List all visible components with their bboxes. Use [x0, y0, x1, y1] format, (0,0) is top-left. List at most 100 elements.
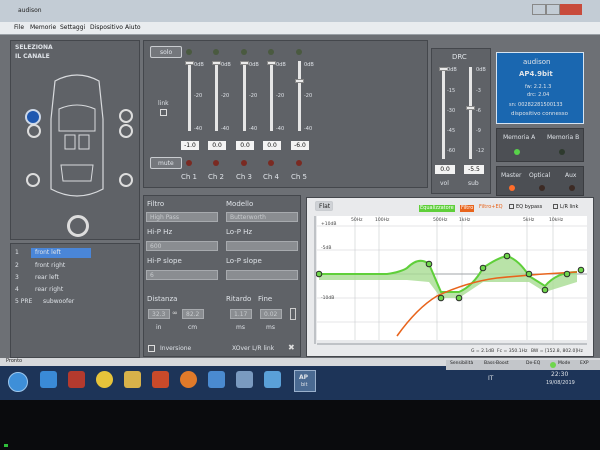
eq-tag-filtro-eq[interactable]: Filtro+EQ — [479, 205, 503, 210]
fader-track[interactable] — [243, 61, 246, 131]
lop-slope-select[interactable] — [226, 270, 298, 280]
mute-indicator[interactable] — [186, 160, 192, 166]
memory-a-label[interactable]: Memoria A — [503, 135, 535, 141]
solo-indicator[interactable] — [296, 49, 302, 55]
mute-indicator[interactable] — [241, 160, 247, 166]
hip-slope-select[interactable]: 6 — [146, 270, 218, 280]
menu-settaggi[interactable]: Settaggi — [60, 25, 85, 31]
language-indicator[interactable]: IT — [488, 376, 493, 382]
source-master[interactable]: Master — [501, 173, 522, 179]
exp-label[interactable]: EXP — [580, 361, 589, 367]
fader-track[interactable] — [215, 61, 218, 131]
fine-field[interactable]: 0.02 — [260, 309, 282, 319]
folder-icon[interactable] — [124, 371, 141, 388]
mute-indicator[interactable] — [213, 160, 219, 166]
eq-tag-equalizzatore[interactable]: Equalizzatore — [419, 205, 455, 212]
level-value[interactable]: 0.0 — [236, 141, 254, 150]
level-value[interactable]: 0.0 — [263, 141, 281, 150]
distance-in-field[interactable]: 32.3 — [148, 309, 170, 319]
ie-icon[interactable] — [40, 371, 57, 388]
eq-tag-filtro[interactable]: Filtro — [460, 205, 475, 212]
channel-row-1[interactable]: 1 front left — [15, 248, 137, 258]
filtro-select[interactable]: High Pass — [146, 212, 218, 222]
de-eq-button[interactable]: De-EQ — [526, 361, 540, 367]
speaker-front-left-icon[interactable] — [25, 109, 41, 125]
clock-time[interactable]: 22:30 — [551, 372, 568, 378]
speaker-front-left-woofer-icon[interactable] — [27, 124, 41, 138]
solo-indicator[interactable] — [186, 49, 192, 55]
level-value[interactable]: -6.0 — [291, 141, 309, 150]
media-icon[interactable] — [68, 371, 85, 388]
sub-fader-knob[interactable] — [466, 106, 475, 110]
solo-indicator[interactable] — [213, 49, 219, 55]
source-master-indicator[interactable] — [509, 185, 515, 191]
fine-stepper[interactable] — [290, 308, 296, 320]
level-value[interactable]: -1.0 — [181, 141, 199, 150]
speaker-rear-left-icon[interactable] — [26, 173, 40, 187]
bass-boost-button[interactable]: Bass-Boost — [484, 361, 509, 367]
source-optical[interactable]: Optical — [529, 173, 550, 179]
source-aux[interactable]: Aux — [565, 173, 576, 179]
inversione-checkbox[interactable] — [148, 345, 155, 352]
vol-fader-track[interactable] — [442, 67, 445, 159]
mute-indicator[interactable] — [268, 160, 274, 166]
app2-icon[interactable] — [264, 371, 281, 388]
eq-graph[interactable] — [307, 212, 595, 358]
menu-file[interactable]: File — [14, 25, 24, 31]
flat-button[interactable]: Flat — [315, 201, 333, 211]
explorer-icon[interactable] — [208, 371, 225, 388]
fader-knob[interactable] — [267, 61, 276, 65]
speaker-rear-right-icon[interactable] — [119, 173, 133, 187]
solo-indicator[interactable] — [268, 49, 274, 55]
minimize-button[interactable] — [532, 4, 546, 15]
memory-b-indicator[interactable] — [559, 149, 565, 155]
fader-knob[interactable] — [212, 61, 221, 65]
fader-knob[interactable] — [295, 79, 304, 83]
source-optical-indicator[interactable] — [539, 185, 545, 191]
memory-b-label[interactable]: Memoria B — [547, 135, 579, 141]
level-value[interactable]: 0.0 — [208, 141, 226, 150]
subwoofer-icon[interactable] — [67, 215, 89, 237]
fader-knob[interactable] — [240, 61, 249, 65]
mute-indicator[interactable] — [296, 160, 302, 166]
channel-row-4[interactable]: 4 rear right — [15, 285, 137, 295]
eq-bypass-checkbox[interactable] — [509, 204, 514, 209]
firefox-icon[interactable] — [180, 371, 197, 388]
app-icon[interactable] — [152, 371, 169, 388]
channel-row-2[interactable]: 2 front right — [15, 261, 137, 271]
lop-hz-select[interactable] — [226, 241, 298, 251]
solo-button[interactable]: solo — [150, 46, 182, 58]
link-checkbox[interactable] — [160, 109, 167, 116]
fader-track[interactable] — [188, 61, 191, 131]
channel-row-3[interactable]: 3 rear left — [15, 273, 137, 283]
speaker-front-right-woofer-icon[interactable] — [119, 124, 133, 138]
modello-select[interactable]: Butterworth — [226, 212, 298, 222]
hip-hz-select[interactable]: 600 — [146, 241, 218, 251]
fader-track[interactable] — [270, 61, 273, 131]
channel-row-5[interactable]: 5 PRE subwoofer — [15, 297, 137, 307]
distance-cm-field[interactable]: 82.2 — [182, 309, 204, 319]
solo-indicator[interactable] — [241, 49, 247, 55]
maximize-button[interactable] — [546, 4, 560, 15]
menu-aiuto[interactable]: Aiuto — [125, 25, 141, 31]
start-button-icon[interactable] — [8, 372, 28, 392]
sub-fader-track[interactable] — [469, 67, 472, 159]
menu-dispositivo[interactable]: Dispositivo — [90, 25, 123, 31]
ritardo-field[interactable]: 1.17 — [230, 309, 252, 319]
audison-taskbar-button[interactable]: AP bit — [294, 370, 316, 392]
clock-date[interactable]: 19/08/2019 — [546, 381, 575, 386]
source-aux-indicator[interactable] — [569, 185, 575, 191]
speaker-front-right-icon[interactable] — [119, 109, 133, 123]
chrome-icon[interactable] — [96, 371, 113, 388]
menu-memorie[interactable]: Memorie — [30, 25, 56, 31]
fader-knob[interactable] — [185, 61, 194, 65]
xover-link-toggle-icon[interactable]: ✖ — [288, 343, 295, 352]
mute-button[interactable]: mute — [150, 157, 182, 169]
close-button[interactable] — [560, 4, 582, 15]
lr-link-checkbox[interactable] — [553, 204, 558, 209]
paint-icon[interactable] — [236, 371, 253, 388]
sensibilita-button[interactable]: Sensibilità — [450, 361, 473, 367]
vol-scale-label: -60 — [447, 148, 456, 154]
fader-track[interactable] — [298, 61, 301, 131]
memory-a-indicator[interactable] — [514, 149, 520, 155]
